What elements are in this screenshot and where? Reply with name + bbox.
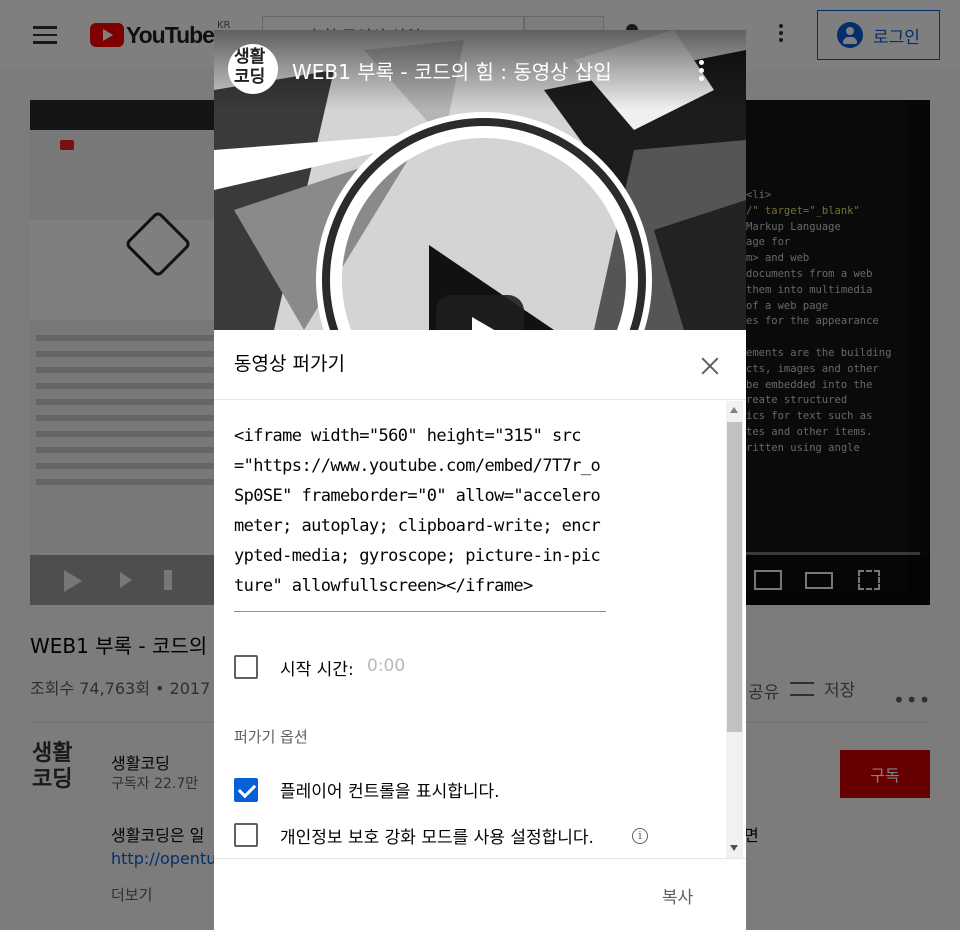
copy-button[interactable]: 복사 bbox=[662, 883, 693, 908]
start-time-checkbox[interactable] bbox=[234, 655, 258, 679]
dialog-title: 동영상 퍼가기 bbox=[234, 353, 345, 375]
show-controls-label: 플레이어 컨트롤을 표시합니다. bbox=[280, 782, 500, 802]
preview-video-title[interactable]: WEB1 부록 - 코드의 힘 : 동영상 삽입 bbox=[292, 56, 612, 85]
dialog-header: 동영상 퍼가기 bbox=[214, 330, 746, 400]
scroll-thumb[interactable] bbox=[727, 422, 742, 732]
privacy-mode-label: 개인정보 보호 강화 모드를 사용 설정합니다. bbox=[280, 828, 594, 848]
more-vert-icon[interactable] bbox=[699, 60, 704, 84]
embed-dialog: 동영상 퍼가기 <iframe width="560" height="315"… bbox=[214, 330, 746, 930]
embed-options-heading: 퍼가기 옵션 bbox=[234, 728, 308, 746]
avatar-text: 생활 코딩 bbox=[234, 47, 266, 87]
scrollbar[interactable] bbox=[726, 401, 743, 858]
start-time-input[interactable]: 0:00 bbox=[367, 656, 405, 676]
scroll-down-arrow-icon[interactable] bbox=[730, 845, 738, 851]
dialog-scroll-region[interactable]: <iframe width="560" height="315" src="ht… bbox=[214, 401, 746, 858]
info-icon[interactable]: i bbox=[632, 828, 648, 844]
show-controls-checkbox[interactable] bbox=[234, 778, 258, 802]
privacy-mode-checkbox[interactable] bbox=[234, 823, 258, 847]
preview-channel-avatar[interactable]: 생활 코딩 bbox=[228, 44, 278, 94]
embed-code-textarea[interactable]: <iframe width="560" height="315" src="ht… bbox=[234, 421, 606, 612]
start-time-label: 시작 시간: bbox=[280, 660, 354, 680]
dialog-footer: 복사 bbox=[214, 858, 746, 930]
close-icon[interactable] bbox=[698, 354, 722, 378]
embed-preview-video[interactable]: 생활 코딩 WEB1 부록 - 코드의 힘 : 동영상 삽입 bbox=[214, 30, 746, 330]
scroll-up-arrow-icon[interactable] bbox=[730, 407, 738, 413]
